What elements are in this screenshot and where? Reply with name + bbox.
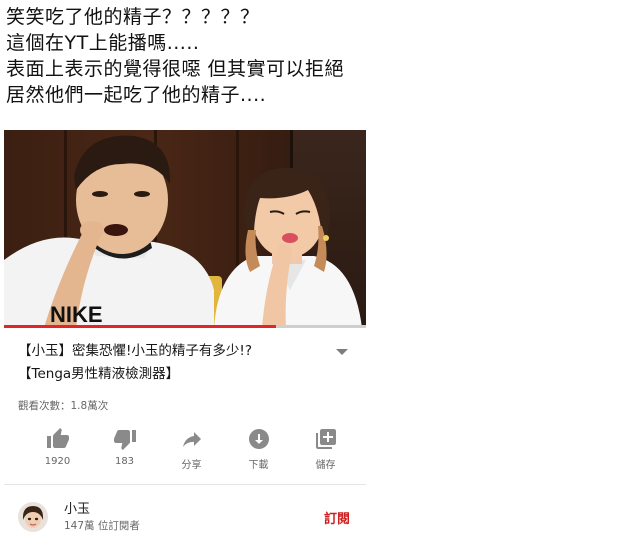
video-title-line: 【小玉】密集恐懼!小玉的精子有多少!? (18, 343, 252, 359)
post-line: 笑笑吃了他的精子？？？？？ (6, 6, 260, 28)
title-row: 【小玉】密集恐懼!小玉的精子有多少!? 【Tenga男性精液檢測器】 (18, 340, 352, 386)
expand-description-icon[interactable] (336, 349, 348, 355)
shirt-logo: NIKE (50, 302, 103, 327)
post-line: 這個在YT上能播嗎..... (6, 32, 200, 54)
share-button[interactable]: 分享 (158, 427, 225, 471)
save-button[interactable]: 儲存 (292, 427, 359, 471)
dislike-button[interactable]: 183 (91, 427, 158, 471)
post-text: 笑笑吃了他的精子？？？？？ 這個在YT上能播嗎..... 表面上表示的覺得很噁 … (6, 4, 626, 108)
dislike-count: 183 (114, 456, 135, 467)
channel-avatar[interactable] (18, 502, 48, 532)
share-icon (182, 432, 201, 447)
person-right (214, 167, 362, 328)
video-title-line: 【Tenga男性精液檢測器】 (18, 366, 180, 382)
subscribe-button[interactable]: 訂閱 (324, 508, 350, 527)
save-label: 儲存 (315, 460, 336, 471)
channel-row: 小玉 147萬 位訂閱者 訂閱 (4, 485, 366, 539)
thumbs-down-icon (113, 430, 136, 450)
subscriber-count: 147萬 位訂閱者 (64, 519, 140, 532)
post-line: 居然他們一起吃了他的精子.... (6, 84, 267, 106)
thumbs-up-icon (46, 428, 69, 448)
post-line: 表面上表示的覺得很噁 但其實可以拒絕 (6, 58, 345, 80)
download-label: 下載 (248, 460, 269, 471)
add-to-playlist-icon (315, 429, 336, 449)
view-count: 觀看次數：1.8萬次 (18, 400, 109, 412)
youtube-video-card: NIKE 【小玉】密集恐懼!小玉的精子有多少!? 【Tenga男性精液檢測器】 (4, 130, 366, 548)
video-player[interactable]: NIKE (4, 130, 366, 328)
video-title: 【小玉】密集恐懼!小玉的精子有多少!? 【Tenga男性精液檢測器】 (18, 340, 252, 386)
channel-name[interactable]: 小玉 (64, 501, 324, 519)
video-info: 【小玉】密集恐懼!小玉的精子有多少!? 【Tenga男性精液檢測器】 觀看次數：… (4, 328, 366, 413)
download-icon (248, 429, 269, 449)
channel-info: 小玉 147萬 位訂閱者 (64, 501, 324, 534)
download-button[interactable]: 下載 (225, 427, 292, 471)
person-left: NIKE (4, 135, 214, 328)
avatar-image (18, 502, 48, 532)
like-count: 1920 (44, 456, 71, 467)
action-bar: 1920 183 分享 下載 儲存 (4, 427, 366, 471)
share-label: 分享 (181, 460, 202, 471)
like-button[interactable]: 1920 (24, 427, 91, 471)
